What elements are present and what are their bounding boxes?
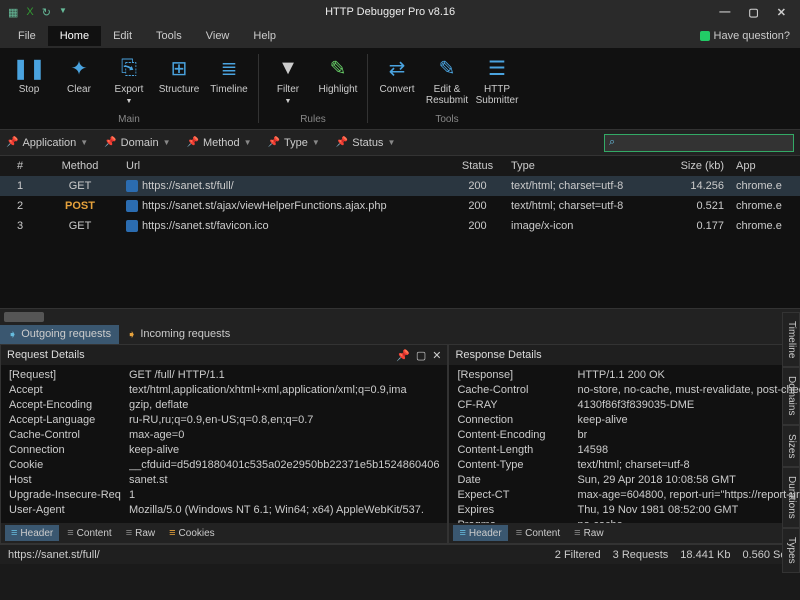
ribbon-group-tools: ⇄Convert✎Edit & Resubmit☰HTTP Submitter …: [368, 48, 526, 129]
qat-dropdown-icon[interactable]: ▼: [59, 6, 67, 19]
ribbon-group-rules: ▼Filter▼✎Highlight Rules: [259, 48, 367, 129]
grid-row[interactable]: 1GEThttps://sanet.st/full/200text/html; …: [0, 176, 800, 196]
header-row[interactable]: [Response]HTTP/1.1 200 OK: [457, 369, 800, 384]
header-row[interactable]: Content-Typetext/html; charset=utf-8: [457, 459, 800, 474]
filter-method[interactable]: 📌Method▼: [186, 137, 251, 149]
highlight-button[interactable]: ✎Highlight: [315, 52, 361, 97]
edit-resubmit-button[interactable]: ✎Edit & Resubmit: [424, 52, 470, 108]
subtab-header[interactable]: ≡Header: [5, 525, 59, 541]
header-row[interactable]: User-AgentMozilla/5.0 (Windows NT 6.1; W…: [9, 504, 439, 519]
http-submitter-button[interactable]: ☰HTTP Submitter: [474, 52, 520, 108]
search-icon: ⌕: [609, 136, 615, 149]
maximize-icon[interactable]: ▢: [748, 6, 758, 19]
quick-access: ▦ X ↻ ▼: [0, 6, 75, 19]
filter-bar: 📌Application▼ 📌Domain▼ 📌Method▼ 📌Type▼ 📌Stat…: [0, 130, 800, 156]
grid-row[interactable]: 2POSThttps://sanet.st/ajax/viewHelperFun…: [0, 196, 800, 216]
header-row[interactable]: Accepttext/html,application/xhtml+xml,ap…: [9, 384, 439, 399]
subtab-content[interactable]: ≡Content: [61, 525, 117, 541]
restore-icon[interactable]: ▢: [416, 349, 426, 362]
menu-file[interactable]: File: [6, 26, 48, 46]
header-row[interactable]: [Request]GET /full/ HTTP/1.1: [9, 369, 439, 384]
structure-button[interactable]: ⊞Structure: [156, 52, 202, 97]
have-question-link[interactable]: Have question?: [700, 30, 790, 42]
status-requests: 3 Requests: [613, 549, 669, 561]
request-grid: # Method Url Status Type Size (kb) App 1…: [0, 156, 800, 308]
header-row[interactable]: Connectionkeep-alive: [9, 444, 439, 459]
convert-button[interactable]: ⇄Convert: [374, 52, 420, 97]
subtab-raw[interactable]: ≡Raw: [120, 525, 161, 541]
search-input[interactable]: ⌕: [604, 134, 794, 152]
header-row[interactable]: Accept-Encodinggzip, deflate: [9, 399, 439, 414]
grid-header: # Method Url Status Type Size (kb) App: [0, 156, 800, 176]
status-bar: https://sanet.st/full/ 2 Filtered 3 Requ…: [0, 544, 800, 564]
timeline-button[interactable]: ≣Timeline: [206, 52, 252, 97]
header-row[interactable]: Accept-Languageru-RU,ru;q=0.9,en-US;q=0.…: [9, 414, 439, 429]
filter-status[interactable]: 📌Status▼: [336, 137, 396, 149]
stop-button[interactable]: ❚❚Stop: [6, 52, 52, 97]
pane-title: Request Details: [7, 349, 396, 361]
arrow-icon: ➧: [127, 328, 136, 341]
pin-icon[interactable]: 📌: [396, 349, 410, 362]
chat-icon: [700, 31, 710, 41]
filter-button[interactable]: ▼Filter▼: [265, 52, 311, 108]
filter-domain[interactable]: 📌Domain▼: [104, 137, 170, 149]
filter-application[interactable]: 📌Application▼: [6, 137, 88, 149]
header-row[interactable]: Connectionkeep-alive: [457, 414, 800, 429]
clear-button[interactable]: ✦Clear: [56, 52, 102, 97]
menu-view[interactable]: View: [194, 26, 242, 46]
subtab-content[interactable]: ≡Content: [510, 525, 566, 541]
tab-outgoing[interactable]: ➧Outgoing requests: [0, 325, 119, 344]
ribbon-group-main: ❚❚Stop✦Clear⎘Export▼⊞Structure≣Timeline …: [0, 48, 258, 129]
minimize-icon[interactable]: —: [719, 6, 730, 19]
menu-home[interactable]: Home: [48, 26, 101, 46]
grid-row[interactable]: 3GEThttps://sanet.st/favicon.ico200image…: [0, 216, 800, 236]
qat-icon[interactable]: ↻: [42, 6, 51, 19]
header-row[interactable]: Cache-Controlno-store, no-cache, must-re…: [457, 384, 800, 399]
qat-icon[interactable]: ▦: [8, 6, 18, 19]
ribbon: ❚❚Stop✦Clear⎘Export▼⊞Structure≣Timeline …: [0, 48, 800, 130]
filter-type[interactable]: 📌Type▼: [268, 137, 320, 149]
menu-help[interactable]: Help: [241, 26, 288, 46]
side-tab-types[interactable]: Types: [782, 528, 800, 573]
subtab-raw[interactable]: ≡Raw: [568, 525, 609, 541]
header-row[interactable]: Content-Encodingbr: [457, 429, 800, 444]
header-row[interactable]: Expect-CTmax-age=604800, report-uri="htt…: [457, 489, 800, 504]
export-button[interactable]: ⎘Export▼: [106, 52, 152, 108]
subtab-cookies[interactable]: ≡Cookies: [163, 525, 221, 541]
titlebar: ▦ X ↻ ▼ HTTP Debugger Pro v8.16 — ▢ ✕: [0, 0, 800, 24]
arrow-icon: ➧: [8, 328, 17, 341]
status-url: https://sanet.st/full/: [8, 549, 543, 561]
header-row[interactable]: ExpiresThu, 19 Nov 1981 08:52:00 GMT: [457, 504, 800, 519]
subtab-header[interactable]: ≡Header: [453, 525, 507, 541]
close-pane-icon[interactable]: ✕: [432, 349, 441, 362]
header-row[interactable]: Pragmano-cache: [457, 519, 800, 523]
side-tab-timeline[interactable]: Timeline: [782, 312, 800, 367]
horizontal-scrollbar[interactable]: [0, 308, 800, 324]
menubar: FileHomeEditToolsViewHelp Have question?: [0, 24, 800, 48]
menu-tools[interactable]: Tools: [144, 26, 194, 46]
header-row[interactable]: Cookie__cfduid=d5d91880401c535a02e2950bb…: [9, 459, 439, 474]
request-details-pane: Request Details📌 ▢ ✕ [Request]GET /full/ H…: [0, 344, 448, 544]
tab-incoming[interactable]: ➧Incoming requests: [119, 325, 238, 344]
header-row[interactable]: CF-RAY4130f86f3f839035-DME: [457, 399, 800, 414]
header-row[interactable]: Upgrade-Insecure-Req1: [9, 489, 439, 504]
status-size: 18.441 Kb: [680, 549, 730, 561]
header-row[interactable]: Cache-Controlmax-age=0: [9, 429, 439, 444]
direction-tabs: ➧Outgoing requests ➧Incoming requests: [0, 324, 800, 344]
menu-edit[interactable]: Edit: [101, 26, 144, 46]
response-details-pane: Response Details📌▢✕ [Response]HTTP/1.1 2…: [448, 344, 800, 544]
qat-icon[interactable]: X: [26, 6, 33, 19]
header-row[interactable]: Content-Length14598: [457, 444, 800, 459]
app-title: HTTP Debugger Pro v8.16: [75, 6, 705, 18]
close-icon[interactable]: ✕: [777, 6, 786, 19]
pane-title: Response Details: [455, 349, 800, 361]
status-filtered: 2 Filtered: [555, 549, 601, 561]
header-row[interactable]: Hostsanet.st: [9, 474, 439, 489]
header-row[interactable]: DateSun, 29 Apr 2018 10:08:58 GMT: [457, 474, 800, 489]
